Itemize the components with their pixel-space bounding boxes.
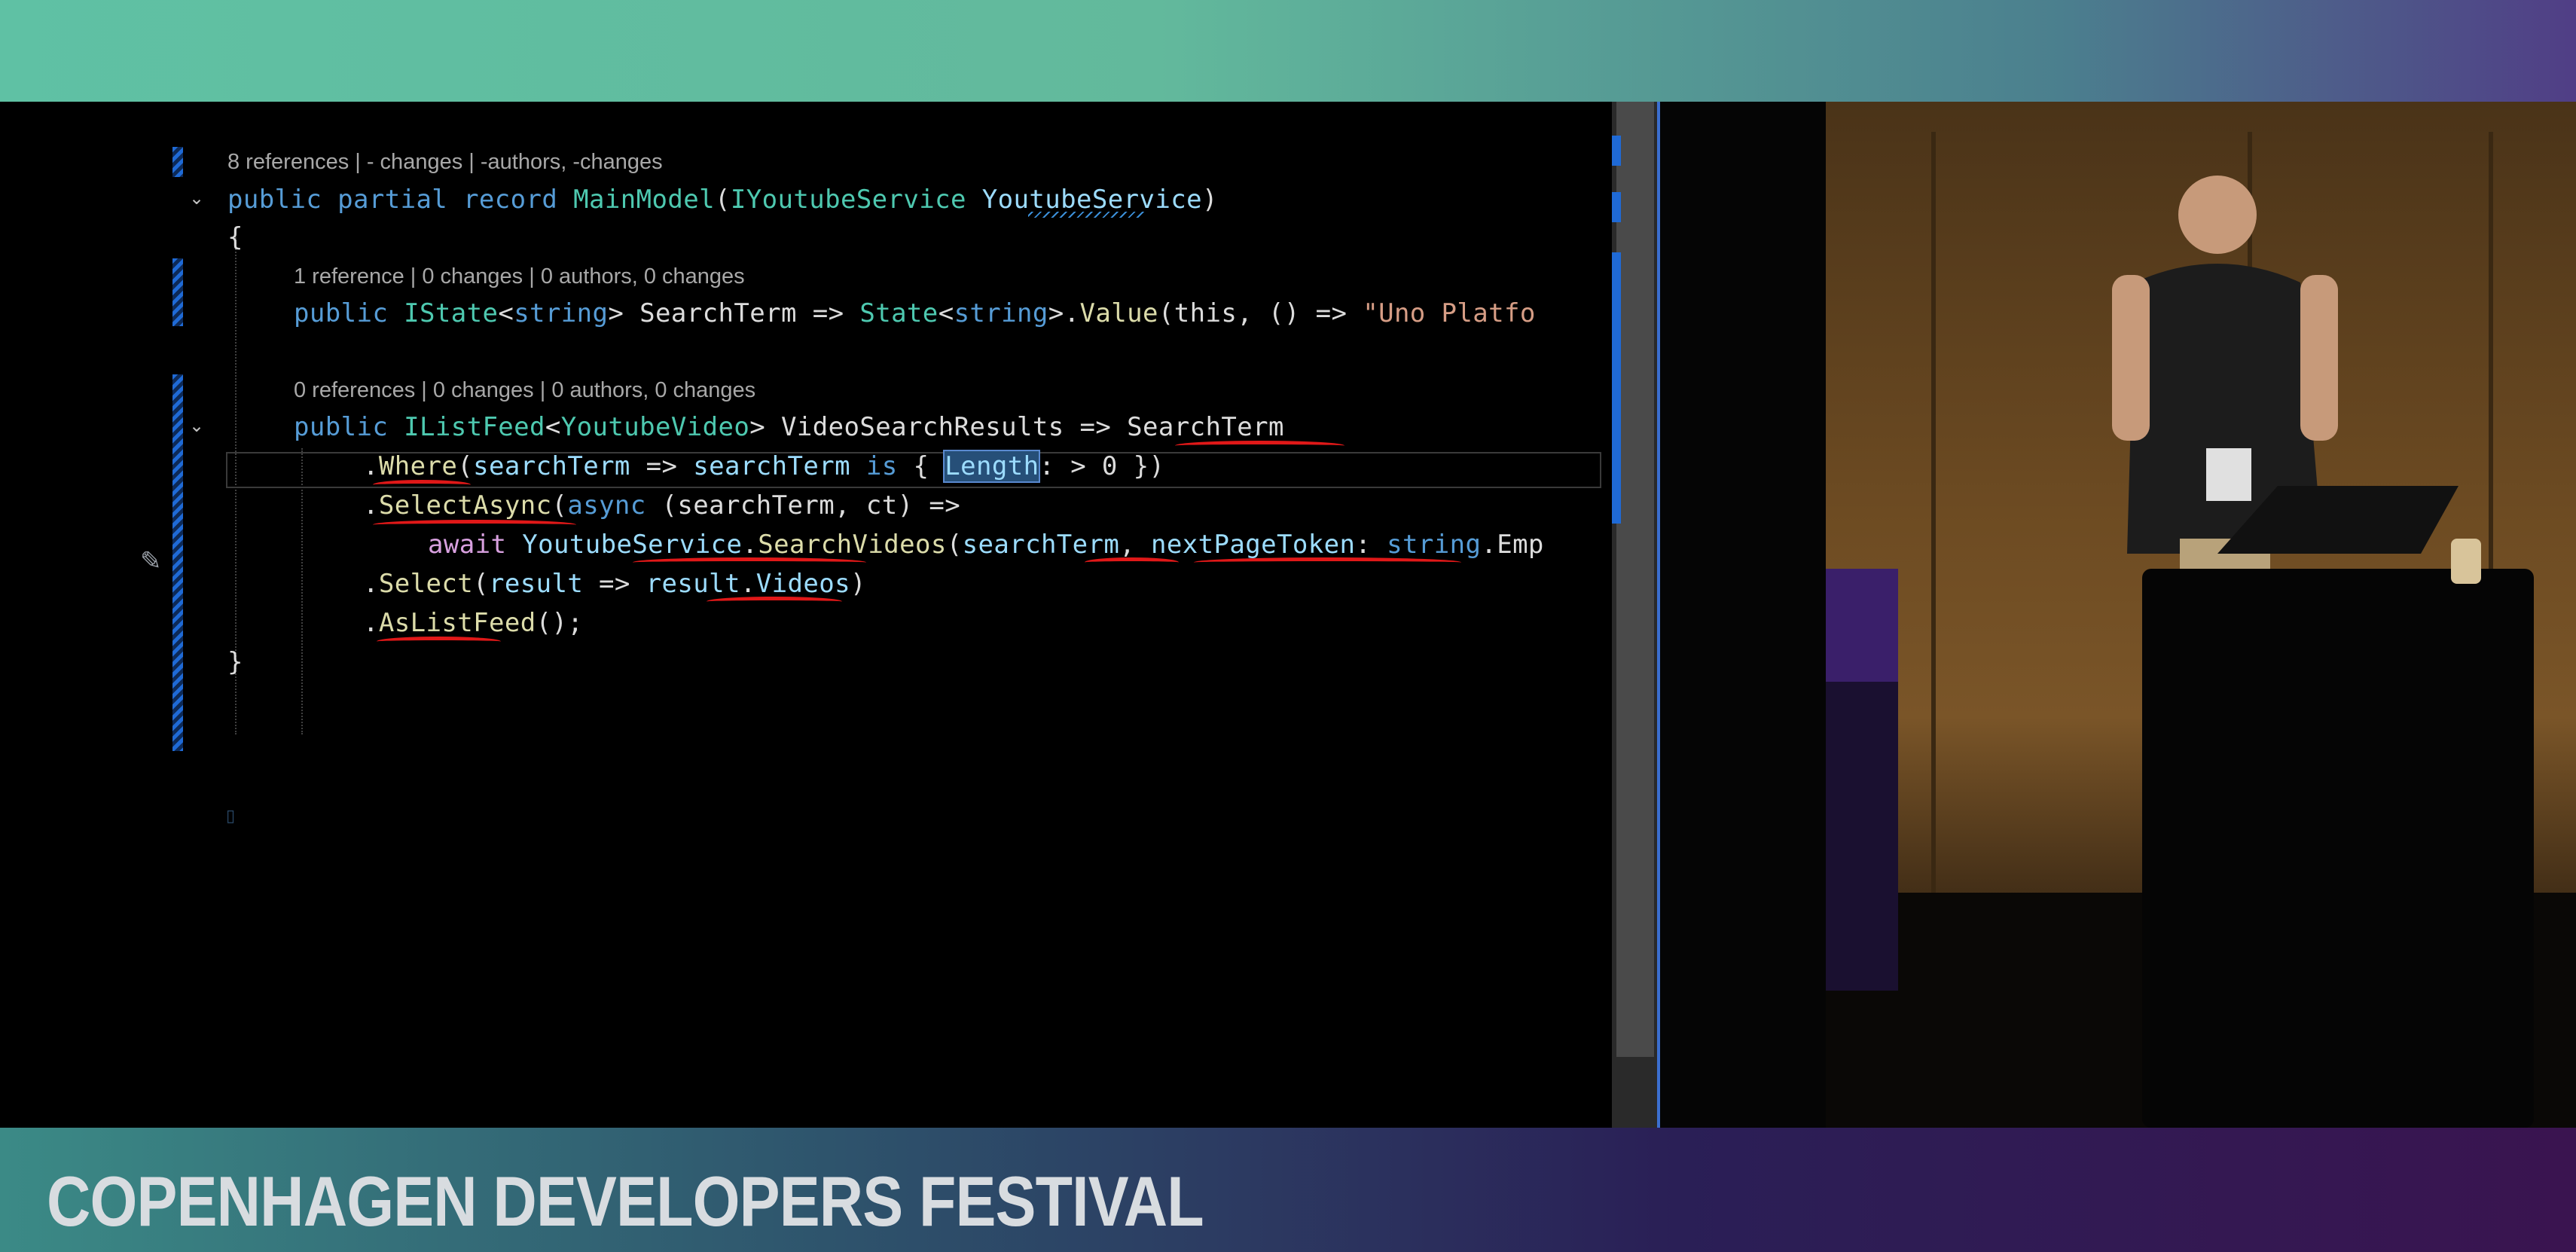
- indent-guide: [301, 448, 303, 734]
- codelens-references[interactable]: 0 references | 0 changes | 0 authors, 0 …: [294, 380, 755, 402]
- change-indicator: [172, 258, 183, 326]
- camera-background: [1660, 102, 1826, 1128]
- change-indicator: [172, 374, 183, 751]
- vertical-scrollbar[interactable]: [1612, 102, 1659, 1128]
- festival-title: COPENHAGEN DEVELOPERS FESTIVAL: [47, 1162, 1204, 1241]
- speaker-arm: [2112, 275, 2150, 441]
- end-of-file-marker: ▯: [226, 806, 236, 825]
- codelens-references[interactable]: 1 reference | 0 changes | 0 authors, 0 c…: [294, 266, 745, 288]
- selected-text: Length: [943, 450, 1041, 483]
- speaker-video: [1826, 102, 2576, 1128]
- scrollbar-thumb[interactable]: [1616, 102, 1654, 1057]
- annotation-underline: [373, 520, 576, 530]
- annotation-underline: [1085, 557, 1179, 567]
- annotation-underline: [1175, 441, 1344, 450]
- scrollbar-change-marker: [1612, 192, 1621, 222]
- annotation-underline: [1194, 557, 1461, 567]
- annotation-underline: [377, 637, 501, 646]
- collapse-icon[interactable]: ⌄: [187, 417, 206, 436]
- top-banner: [0, 0, 2576, 102]
- speaker-badge: [2206, 448, 2251, 501]
- annotation-underline: [633, 557, 866, 567]
- code-line[interactable]: public IListFeed<YoutubeVideo> VideoSear…: [294, 414, 1284, 440]
- speaker-arm: [2300, 275, 2338, 441]
- code-editor[interactable]: ✎ ⌄ ⌄ 8 references | - changes | -author…: [0, 102, 1665, 1128]
- water-bottle: [2451, 539, 2481, 584]
- event-banner-top: [1826, 569, 1898, 682]
- code-line[interactable]: public IState<string> SearchTerm => Stat…: [294, 301, 1536, 326]
- code-line[interactable]: public partial record MainModel(IYoutube…: [227, 187, 1218, 212]
- annotation-underline: [373, 480, 471, 490]
- warning-squiggle: [1028, 212, 1145, 218]
- code-line[interactable]: }: [227, 649, 243, 675]
- podium: [2142, 569, 2534, 1128]
- pen-icon[interactable]: ✎: [140, 546, 167, 576]
- code-line[interactable]: .Where(searchTerm => searchTerm is { Len…: [363, 450, 1164, 483]
- code-line[interactable]: await YoutubeService.SearchVideos(search…: [428, 532, 1544, 557]
- annotation-underline: [707, 597, 842, 606]
- wall-seam: [1931, 132, 1936, 960]
- scrollbar-change-marker: [1612, 252, 1621, 524]
- collapse-icon[interactable]: ⌄: [187, 189, 206, 209]
- code-line[interactable]: {: [227, 224, 243, 250]
- code-line[interactable]: .SelectAsync(async (searchTerm, ct) =>: [363, 493, 960, 518]
- codelens-references[interactable]: 8 references | - changes | -authors, -ch…: [227, 151, 663, 173]
- speaker-scene: [1826, 132, 2576, 1128]
- scrollbar-change-marker: [1612, 136, 1621, 166]
- speaker-head: [2178, 176, 2257, 254]
- code-line[interactable]: .AsListFeed();: [363, 610, 583, 636]
- change-indicator: [172, 147, 183, 177]
- code-line[interactable]: .Select(result => result.Videos): [363, 571, 866, 597]
- code-area[interactable]: ✎ ⌄ ⌄ 8 references | - changes | -author…: [0, 102, 1612, 1128]
